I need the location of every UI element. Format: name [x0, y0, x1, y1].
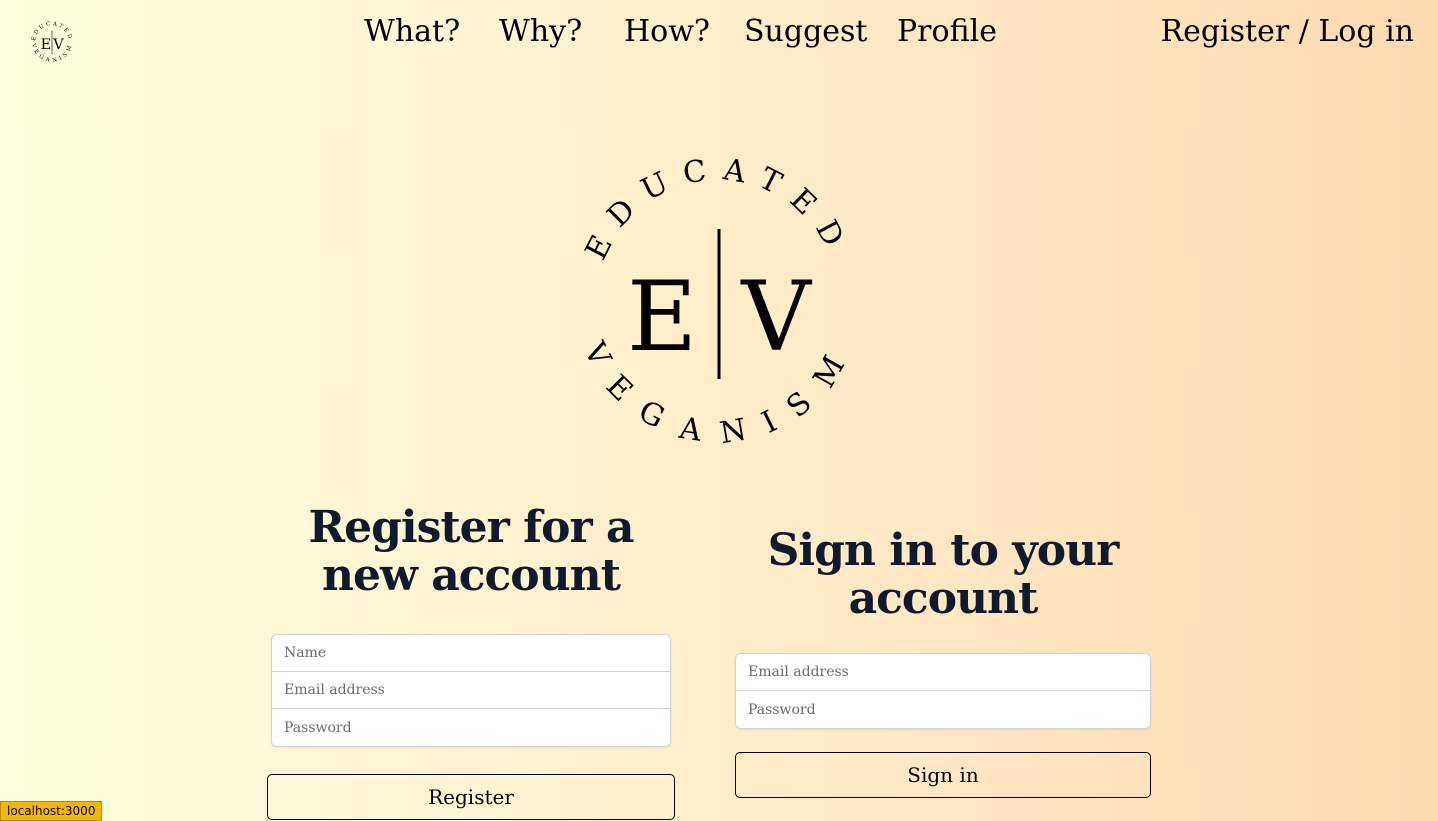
signin-form: [735, 653, 1151, 729]
register-password-input[interactable]: [272, 709, 670, 746]
register-heading-line1: Register for a: [308, 502, 635, 553]
register-button[interactable]: Register: [267, 774, 675, 820]
nav-item-profile[interactable]: Profile: [897, 12, 997, 52]
signin-email-input[interactable]: [736, 654, 1150, 691]
signin-heading-line1: Sign in to your: [767, 525, 1120, 576]
nav-item-what[interactable]: What?: [364, 12, 460, 52]
register-form: [271, 634, 671, 747]
hero-logo-initial-e: E: [627, 261, 697, 373]
nav-item-suggest[interactable]: Suggest: [744, 12, 868, 52]
register-login-link[interactable]: Register / Log in: [1160, 12, 1414, 52]
main-nav: What? Why? How? Suggest Profile Register…: [0, 12, 1438, 56]
register-email-input[interactable]: [272, 672, 670, 709]
register-heading: Register for a new account: [271, 504, 671, 600]
signin-button[interactable]: Sign in: [735, 752, 1151, 798]
status-url-badge: localhost:3000: [0, 801, 103, 821]
register-name-input[interactable]: [272, 635, 670, 672]
hero-logo-initial-v: V: [740, 261, 812, 373]
register-heading-line2: new account: [322, 550, 621, 601]
signin-heading-line2: account: [848, 573, 1039, 624]
nav-item-how[interactable]: How?: [624, 12, 710, 52]
nav-item-why[interactable]: Why?: [499, 12, 582, 52]
hero-logo: EDUCATED VEGANISM E V: [576, 152, 844, 450]
signin-heading: Sign in to your account: [735, 527, 1151, 623]
signin-password-input[interactable]: [736, 691, 1150, 728]
